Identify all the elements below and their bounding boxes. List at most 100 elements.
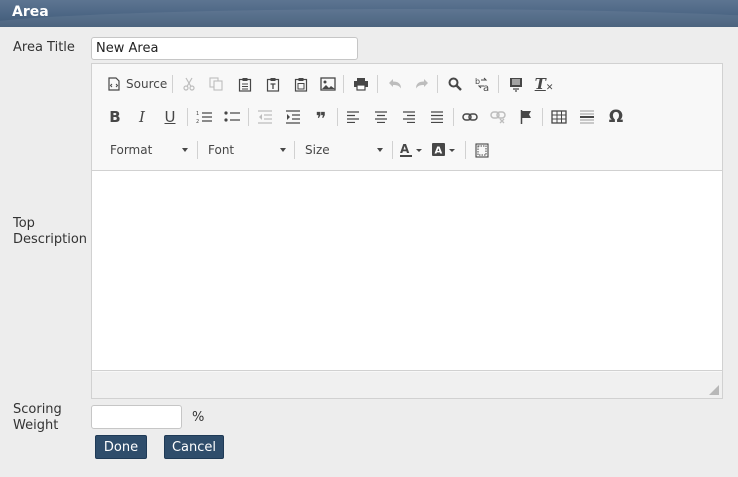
- toolbar-separator: [343, 75, 344, 93]
- cancel-button[interactable]: Cancel: [164, 435, 224, 459]
- top-description-label-line1: Top: [13, 216, 35, 231]
- find-button[interactable]: [444, 73, 466, 95]
- anchor-button[interactable]: [515, 106, 537, 128]
- select-all-button[interactable]: [505, 73, 527, 95]
- toolbar-separator: [337, 108, 338, 126]
- increase-indent-button[interactable]: [282, 106, 304, 128]
- font-dropdown[interactable]: Font: [208, 139, 288, 161]
- redo-button[interactable]: [411, 73, 433, 95]
- image-button[interactable]: [317, 73, 339, 95]
- replace-icon: b a: [475, 77, 489, 92]
- paste-text-icon: [266, 77, 280, 92]
- text-color-icon: A: [400, 142, 422, 157]
- show-blocks-icon: [475, 142, 489, 158]
- remove-format-button[interactable]: T ✕: [533, 73, 555, 95]
- image-icon: [320, 77, 336, 91]
- paste-from-word-icon: [294, 77, 308, 92]
- cut-icon: [183, 77, 195, 91]
- format-dropdown-label: Format: [110, 143, 153, 157]
- unlink-button[interactable]: [487, 106, 509, 128]
- remove-format-x-icon: ✕: [545, 83, 554, 93]
- toolbar-separator: [542, 108, 543, 126]
- scoring-weight-label-line2: Weight: [13, 418, 59, 433]
- replace-button[interactable]: b a: [472, 73, 494, 95]
- bulleted-list-icon: [224, 111, 240, 122]
- area-title-label: Area Title: [13, 40, 75, 55]
- decrease-indent-icon: [258, 110, 272, 124]
- cut-button[interactable]: [178, 73, 200, 95]
- paste-text-button[interactable]: [262, 73, 284, 95]
- special-character-button[interactable]: Ω: [605, 106, 627, 128]
- toolbar-separator: [248, 108, 249, 126]
- unlink-icon: [490, 111, 506, 124]
- blockquote-button[interactable]: ❞: [310, 106, 332, 130]
- paste-button[interactable]: [234, 73, 256, 95]
- numbered-list-button[interactable]: 1 2: [193, 106, 215, 128]
- print-icon: [354, 78, 368, 91]
- format-dropdown[interactable]: Format: [110, 139, 190, 161]
- scoring-weight-input[interactable]: [91, 405, 182, 429]
- align-left-button[interactable]: [342, 106, 364, 128]
- toolbar-separator: [294, 141, 295, 159]
- toolbar-row-2: B I U 1 2 ❞ Ω: [92, 102, 722, 130]
- align-right-icon: [403, 111, 415, 123]
- copy-button[interactable]: [205, 73, 227, 95]
- undo-button[interactable]: [384, 73, 406, 95]
- italic-button[interactable]: I: [131, 106, 153, 128]
- quote-icon: ❞: [315, 108, 327, 130]
- bulleted-list-button[interactable]: [221, 106, 243, 128]
- numbered-list-icon: 1 2: [196, 111, 212, 124]
- decrease-indent-button[interactable]: [254, 106, 276, 128]
- size-dropdown[interactable]: Size: [305, 139, 385, 161]
- toolbar-separator: [392, 141, 393, 159]
- background-color-button[interactable]: A: [431, 139, 459, 161]
- justify-button[interactable]: [426, 106, 448, 128]
- bold-button[interactable]: B: [104, 106, 126, 128]
- editor-status-bar: [92, 372, 722, 398]
- align-right-button[interactable]: [398, 106, 420, 128]
- toolbar-separator: [437, 75, 438, 93]
- select-all-icon: [510, 77, 522, 92]
- source-label: Source: [126, 77, 168, 91]
- chevron-down-icon: [182, 148, 188, 152]
- svg-text:a: a: [483, 83, 489, 92]
- horizontal-rule-button[interactable]: [576, 106, 598, 128]
- toolbar-separator: [187, 108, 188, 126]
- toolbar-separator: [172, 75, 173, 93]
- percent-sign: %: [192, 410, 205, 425]
- text-color-button[interactable]: A: [398, 139, 426, 161]
- svg-text:1: 1: [196, 111, 199, 117]
- paste-from-word-button[interactable]: [290, 73, 312, 95]
- svg-text:A: A: [435, 146, 443, 157]
- chevron-down-icon: [280, 148, 286, 152]
- chevron-down-icon: [377, 148, 383, 152]
- italic-icon: I: [139, 108, 145, 126]
- table-button[interactable]: [548, 106, 570, 128]
- increase-indent-icon: [286, 110, 300, 124]
- source-button[interactable]: Source: [106, 73, 169, 95]
- print-button[interactable]: [350, 73, 372, 95]
- show-blocks-button[interactable]: [471, 139, 493, 161]
- background-color-icon: A: [432, 143, 455, 157]
- underline-button[interactable]: U: [159, 106, 181, 128]
- justify-icon: [431, 111, 443, 123]
- align-left-icon: [347, 111, 359, 123]
- flag-icon: [520, 110, 531, 124]
- toolbar-separator: [453, 108, 454, 126]
- undo-icon: [389, 79, 401, 89]
- done-button[interactable]: Done: [95, 435, 147, 459]
- toolbar-separator: [498, 75, 499, 93]
- toolbar-separator: [377, 75, 378, 93]
- align-center-button[interactable]: [370, 106, 392, 128]
- table-icon: [551, 110, 567, 124]
- area-title-input[interactable]: [91, 37, 358, 60]
- paste-icon: [238, 77, 252, 92]
- link-icon: [462, 113, 478, 121]
- link-button[interactable]: [459, 106, 481, 128]
- editor-content-area[interactable]: [92, 171, 722, 371]
- top-description-label-line2: Description: [13, 232, 88, 247]
- toolbar-separator: [465, 141, 466, 159]
- dialog-title: Area: [12, 4, 49, 20]
- align-center-icon: [375, 111, 387, 123]
- resize-handle-icon[interactable]: [709, 385, 719, 395]
